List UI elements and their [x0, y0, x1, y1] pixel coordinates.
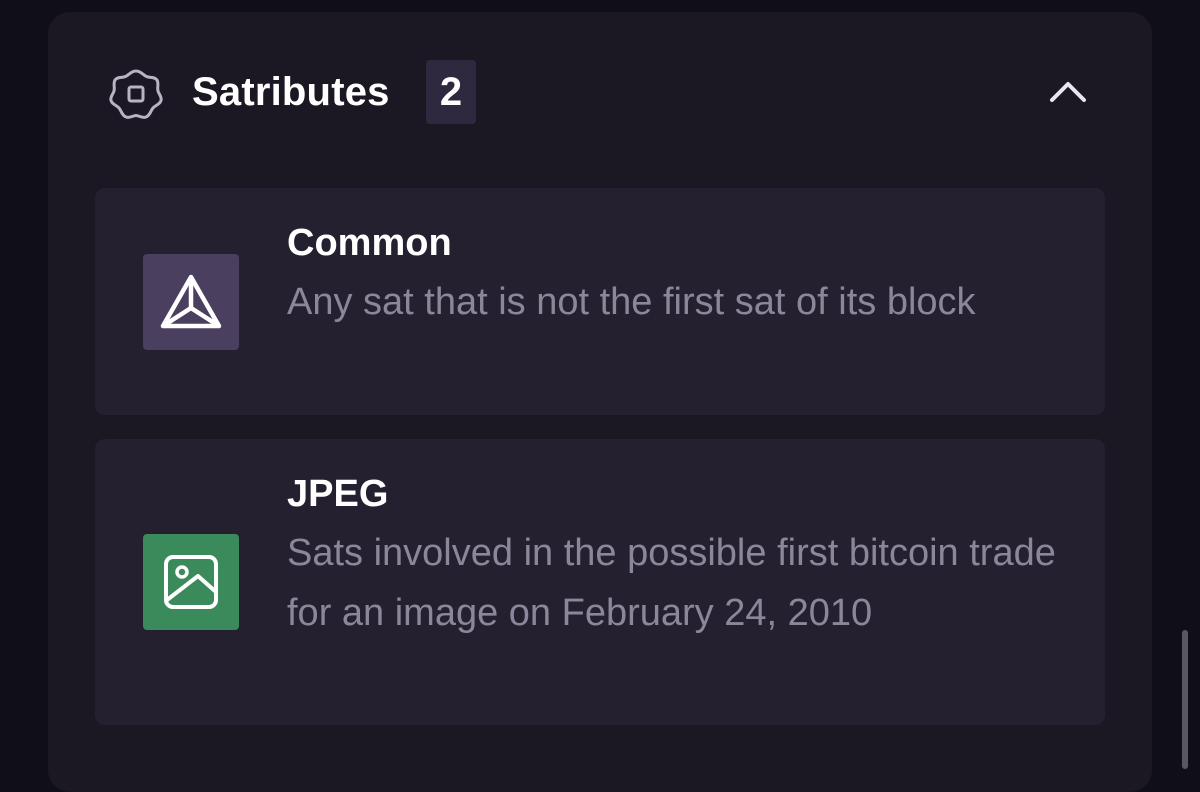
satributes-header[interactable]: Satributes 2: [48, 12, 1152, 172]
pyramid-icon: [143, 254, 239, 350]
satributes-count-badge: 2: [426, 60, 476, 124]
satribute-description: Any sat that is not the first sat of its…: [287, 281, 976, 323]
scrollbar[interactable]: [1182, 630, 1188, 769]
image-icon: [143, 534, 239, 630]
satribute-card-jpeg: JPEG Sats involved in the possible first…: [95, 439, 1105, 725]
satribute-title: JPEG: [287, 473, 389, 515]
satributes-panel: Satributes 2 Common Any sat that is not …: [48, 12, 1152, 792]
satribute-description: Sats involved in the possible first bitc…: [287, 532, 1056, 634]
satribute-flower-icon: [109, 69, 163, 119]
satribute-card-common: Common Any sat that is not the first sat…: [95, 188, 1105, 415]
chevron-up-icon[interactable]: [1044, 72, 1092, 112]
satribute-title: Common: [287, 222, 452, 264]
section-title: Satributes: [192, 70, 390, 114]
